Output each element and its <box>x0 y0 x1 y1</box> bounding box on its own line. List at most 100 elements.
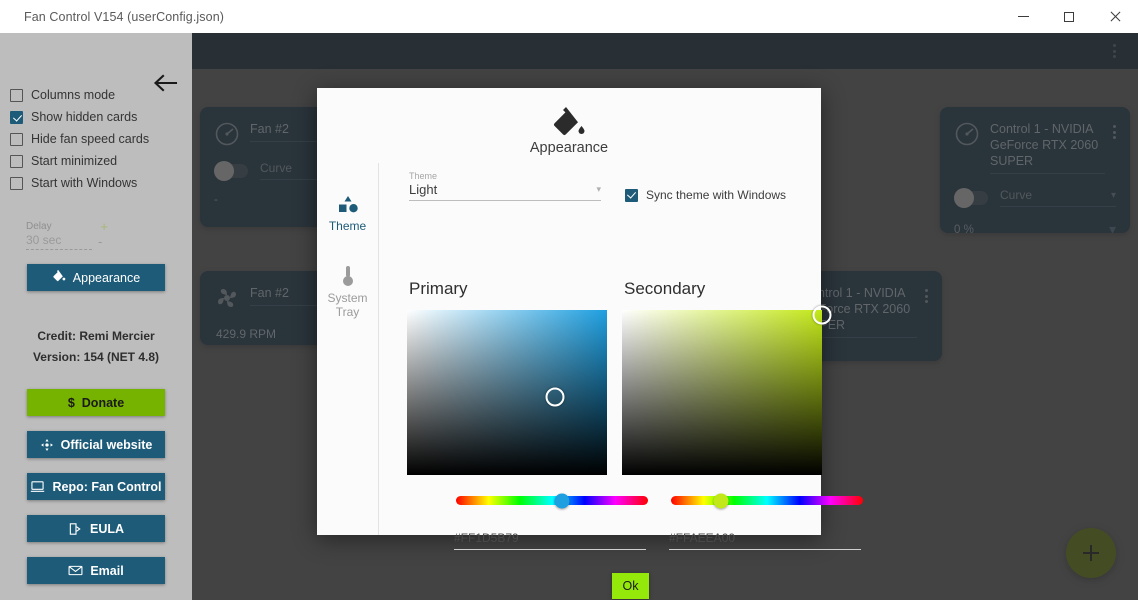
app-toolbar <box>192 33 1138 69</box>
toolbar-overflow-button[interactable] <box>1113 44 1116 58</box>
repo-button-label: Repo: Fan Control <box>52 479 162 494</box>
checkbox-start-minimized[interactable]: Start minimized <box>10 150 185 172</box>
minimize-icon <box>1017 16 1029 17</box>
thermometer-icon <box>341 263 355 287</box>
card-enable-toggle[interactable] <box>954 187 988 208</box>
card-header: Control 1 - NVIDIA GeForce RTX 2060 SUPE… <box>940 107 1130 174</box>
checkbox-label: Hide fan speed cards <box>31 132 150 146</box>
monitor-icon <box>30 480 45 493</box>
theme-select-value: Light <box>409 182 438 197</box>
theme-select[interactable]: Theme Light ▾ <box>409 171 601 201</box>
shapes-icon <box>337 191 359 215</box>
minimize-button[interactable] <box>1000 0 1046 33</box>
sv-black-overlay <box>622 310 822 475</box>
more-vertical-icon <box>1113 44 1116 58</box>
delay-caption: Delay <box>26 221 52 232</box>
eula-button-label: EULA <box>89 521 125 536</box>
tab-theme[interactable]: Theme <box>317 191 378 233</box>
close-icon <box>1110 11 1121 22</box>
secondary-hex-input[interactable]: #FFAEEA00 <box>669 531 861 550</box>
primary-hex-input[interactable]: #FF1D5B79 <box>454 531 646 550</box>
checkbox-show-hidden-cards[interactable]: Show hidden cards <box>10 106 185 128</box>
tab-system-tray-label: System Tray <box>327 291 368 319</box>
paint-bucket-icon <box>317 104 821 140</box>
primary-saturation-value-area[interactable] <box>407 310 607 475</box>
sidebar: Columns mode Show hidden cards Hide fan … <box>0 33 192 600</box>
card-title: Control 1 - NVIDIA GeForce RTX 2060 SUPE… <box>990 121 1105 174</box>
card-menu-button[interactable] <box>1113 121 1116 139</box>
chevron-down-icon: ▾ <box>596 184 601 194</box>
add-card-button[interactable] <box>1066 528 1116 578</box>
chevron-down-icon[interactable]: ▾ <box>1109 221 1116 233</box>
secondary-sv-cursor[interactable] <box>812 305 832 325</box>
maximize-icon <box>1064 11 1074 22</box>
gauge-icon <box>214 121 240 147</box>
dialog-title: Appearance <box>529 140 609 156</box>
primary-sv-cursor[interactable] <box>545 387 565 407</box>
checkbox-icon <box>10 154 23 168</box>
card-footer-value: - <box>214 194 218 206</box>
card-control-1-nvidia[interactable]: Control 1 - NVIDIA GeForce RTX 2060 SUPE… <box>940 107 1130 233</box>
eula-button[interactable]: EULA <box>27 515 165 542</box>
secondary-hue-slider[interactable] <box>671 493 863 508</box>
version-text: Version: 154 (NET 4.8) <box>32 350 160 364</box>
checkbox-hide-fan-speed-cards[interactable]: Hide fan speed cards <box>10 128 185 150</box>
donate-button[interactable]: $ Donate <box>27 389 165 416</box>
checkbox-icon <box>10 88 23 102</box>
dialog-tab-list: Theme System Tray <box>317 163 379 535</box>
secondary-saturation-value-area[interactable] <box>622 305 832 475</box>
repo-button[interactable]: Repo: Fan Control <box>27 473 165 500</box>
card-menu-button[interactable] <box>925 285 928 303</box>
ok-button[interactable]: Ok <box>612 573 649 599</box>
sync-theme-checkbox[interactable]: Sync theme with Windows <box>625 188 786 202</box>
secondary-heading: Secondary <box>624 279 706 298</box>
primary-hue-knob[interactable] <box>554 493 570 508</box>
gauge-icon <box>954 121 980 147</box>
tab-system-tray[interactable]: System Tray <box>317 263 378 319</box>
more-vertical-icon <box>925 289 928 303</box>
checkbox-icon <box>10 176 23 190</box>
delay-increment-button[interactable]: + <box>100 220 108 233</box>
primary-heading: Primary <box>409 279 468 298</box>
card-enable-toggle[interactable] <box>214 160 248 181</box>
appearance-dialog: Appearance Theme System Tray Theme Light… <box>317 88 863 599</box>
credits-block: Credit: Remi Mercier Version: 154 (NET 4… <box>0 326 192 368</box>
chevron-down-icon: ▾ <box>1110 189 1116 201</box>
link-icon <box>40 438 54 452</box>
checkbox-icon <box>10 132 23 146</box>
checkbox-checked-icon <box>625 188 638 202</box>
document-icon <box>68 522 83 536</box>
dialog-body: Theme Light ▾ Sync theme with Windows Pr… <box>379 163 863 599</box>
delay-value[interactable]: 30 sec <box>26 233 92 250</box>
appearance-button[interactable]: Appearance <box>27 264 165 291</box>
title-bar: Fan Control V154 (userConfig.json) <box>0 0 1138 33</box>
email-button[interactable]: Email <box>27 557 165 584</box>
checkbox-label: Columns mode <box>31 88 116 102</box>
email-button-label: Email <box>90 563 124 578</box>
official-website-label: Official website <box>60 437 153 452</box>
more-vertical-icon <box>1113 125 1116 139</box>
sv-black-overlay <box>407 310 607 475</box>
theme-select-row: Light ▾ <box>409 182 601 201</box>
primary-hue-slider[interactable] <box>456 493 648 508</box>
close-button[interactable] <box>1092 0 1138 33</box>
card-toggle-row: Curve ▾ <box>940 174 1130 208</box>
official-website-button[interactable]: Official website <box>27 431 165 458</box>
card-footer: 0 % ▾ <box>940 207 1130 233</box>
checkbox-columns-mode[interactable]: Columns mode <box>10 84 185 106</box>
checkbox-start-with-windows[interactable]: Start with Windows <box>10 172 185 194</box>
delay-row: 30 sec - <box>26 233 126 250</box>
checkbox-label: Start minimized <box>31 154 118 168</box>
window-controls <box>1000 0 1138 33</box>
delay-decrement-button[interactable]: - <box>98 235 102 250</box>
checkbox-label: Show hidden cards <box>31 110 138 124</box>
donate-button-label: Donate <box>81 395 125 410</box>
card-mode-select[interactable]: Curve ▾ <box>1000 188 1116 207</box>
card-footer-value: 0 % <box>954 223 974 234</box>
theme-select-caption: Theme <box>409 171 438 181</box>
secondary-hue-knob[interactable] <box>713 493 729 508</box>
checkbox-checked-icon <box>10 110 23 124</box>
maximize-button[interactable] <box>1046 0 1092 33</box>
credit-text: Credit: Remi Mercier <box>37 329 155 343</box>
appearance-button-label: Appearance <box>72 270 141 285</box>
